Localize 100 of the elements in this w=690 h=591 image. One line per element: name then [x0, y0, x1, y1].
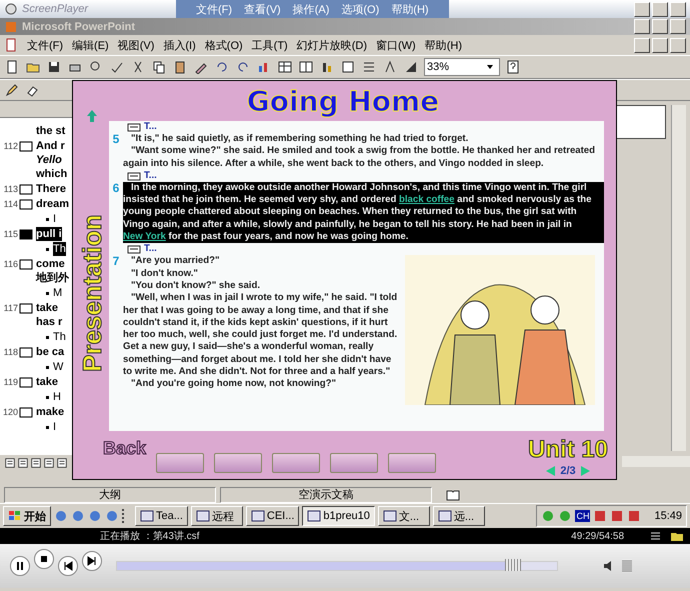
- horizontal-scrollbar[interactable]: [0, 101, 72, 118]
- outline-text[interactable]: come: [36, 257, 69, 271]
- stop-button[interactable]: [34, 549, 54, 569]
- slide-number: 116: [2, 258, 19, 271]
- next-button[interactable]: [82, 551, 102, 571]
- outline-text[interactable]: dream: [36, 197, 70, 211]
- outline-text[interactable]: I: [53, 420, 56, 434]
- slide-number: 117: [2, 302, 19, 315]
- slide-number: 120: [2, 406, 19, 419]
- show-view-icon[interactable]: [56, 456, 68, 468]
- text-link[interactable]: New York: [123, 231, 166, 242]
- outline-text[interactable]: pull i: [36, 227, 62, 241]
- outline-text[interactable]: the st: [36, 124, 66, 138]
- slide-icon[interactable]: [340, 59, 356, 75]
- previous-button[interactable]: [58, 556, 78, 576]
- menu-item[interactable]: 幻灯片放映(D): [296, 38, 367, 52]
- outline-text[interactable]: And r: [36, 139, 68, 153]
- menu-item[interactable]: 选项(O): [341, 2, 380, 16]
- columns-icon[interactable]: [298, 59, 314, 75]
- outline-text[interactable]: M: [53, 286, 62, 300]
- menu-item[interactable]: 文件(F): [196, 2, 232, 16]
- taskbar-button[interactable]: 远程: [190, 506, 243, 526]
- menu-item[interactable]: 编辑(E): [72, 38, 109, 52]
- status-text: 空演示文稿: [220, 486, 432, 502]
- paragraph-line: "Are you married?": [130, 255, 221, 268]
- language-indicator[interactable]: CH: [575, 510, 590, 522]
- heading-link[interactable]: T...: [144, 243, 157, 256]
- heading-link[interactable]: T...: [144, 120, 157, 134]
- slide-icon: [19, 139, 33, 153]
- menu-item[interactable]: 格式(O): [204, 38, 243, 52]
- taskbar-button[interactable]: CEI...: [246, 506, 300, 526]
- menu-item[interactable]: 插入(I): [163, 38, 196, 52]
- paragraph-number: 6: [112, 182, 120, 197]
- outline-text[interactable]: There: [36, 182, 66, 196]
- start-button[interactable]: 开始: [3, 506, 51, 526]
- clock: 15:49: [654, 510, 682, 522]
- outline-text[interactable]: 地到外: [36, 271, 69, 285]
- menu-item[interactable]: 查看(V): [244, 2, 281, 16]
- minimize-button[interactable]: [634, 38, 650, 52]
- close-button[interactable]: [670, 38, 686, 52]
- text-link[interactable]: black coffee: [399, 194, 454, 206]
- list-view-icon[interactable]: [17, 456, 29, 468]
- outline-text[interactable]: Yello: [36, 153, 68, 167]
- window-title: ScreenPlayer: [22, 3, 90, 15]
- table-icon[interactable]: [277, 59, 293, 75]
- menu-item[interactable]: 窗口(W): [376, 38, 416, 52]
- taskbar-button[interactable]: Tea...: [135, 506, 188, 526]
- outline-view-icon[interactable]: [4, 456, 16, 468]
- outline-text[interactable]: H: [53, 390, 61, 404]
- slide-thumbnail[interactable]: [614, 105, 666, 139]
- slide-icon: [19, 257, 33, 271]
- pencil-icon[interactable]: [4, 82, 20, 98]
- slide-icon: [19, 301, 33, 315]
- heading-link[interactable]: T...: [144, 170, 157, 182]
- outline-text[interactable]: I: [53, 212, 56, 226]
- outline-text[interactable]: Th: [53, 330, 66, 344]
- paragraph-line: "It is," he said quietly, as if remembering something he had tried to forget.: [130, 133, 470, 146]
- taskbar-button[interactable]: b1preu10: [302, 506, 375, 526]
- copy-icon[interactable]: [151, 59, 167, 75]
- taskbar-button[interactable]: 远...: [432, 506, 485, 526]
- book-icon: [446, 488, 460, 502]
- restore-button[interactable]: [652, 19, 668, 34]
- help-icon[interactable]: [505, 59, 521, 75]
- close-button[interactable]: [670, 19, 686, 34]
- progress-thumb[interactable]: [505, 559, 521, 571]
- outline-text[interactable]: W: [53, 360, 64, 374]
- restore-button[interactable]: [652, 38, 668, 52]
- menu-item[interactable]: 工具(T): [252, 38, 288, 52]
- side-title: Presentation: [77, 214, 108, 374]
- minimize-button[interactable]: [634, 19, 650, 34]
- menu-item[interactable]: 帮助(H): [391, 2, 429, 16]
- close-button[interactable]: [670, 2, 686, 16]
- outline-text[interactable]: take: [36, 301, 62, 315]
- slide-number: 113: [2, 183, 19, 196]
- outline-text[interactable]: which: [36, 167, 68, 181]
- pause-button[interactable]: [10, 556, 30, 576]
- menu-item[interactable]: 操作(A): [292, 2, 330, 16]
- slide-view-icon[interactable]: [30, 456, 42, 468]
- outline-text[interactable]: be ca: [36, 345, 64, 359]
- vertical-scrollbar[interactable]: [671, 105, 686, 451]
- minimize-button[interactable]: [634, 2, 650, 16]
- taskbar-button[interactable]: 文...: [378, 506, 430, 526]
- paragraph-number: 5: [112, 133, 120, 148]
- outline-text[interactable]: has r: [36, 315, 62, 329]
- sorter-view-icon[interactable]: [43, 456, 55, 468]
- slide-icon: [19, 227, 33, 241]
- grip-icon[interactable]: [620, 559, 634, 573]
- menu-item[interactable]: 文件(F): [27, 38, 64, 52]
- maximize-button[interactable]: [652, 2, 668, 16]
- slide-title: Going Home: [246, 85, 440, 118]
- slide-number: 115: [2, 228, 19, 241]
- menu-item[interactable]: 视图(V): [118, 38, 154, 52]
- outline-text[interactable]: make: [36, 405, 64, 419]
- zoom-dropdown[interactable]: 33%: [424, 58, 500, 76]
- menu-item[interactable]: 帮助(H): [424, 38, 462, 52]
- page-indicator: 2/3: [560, 465, 576, 477]
- outline-text[interactable]: Th: [53, 242, 66, 256]
- horizontal-scrollbar[interactable]: [622, 456, 690, 467]
- save-icon[interactable]: [46, 59, 62, 75]
- outline-text[interactable]: take: [36, 375, 58, 389]
